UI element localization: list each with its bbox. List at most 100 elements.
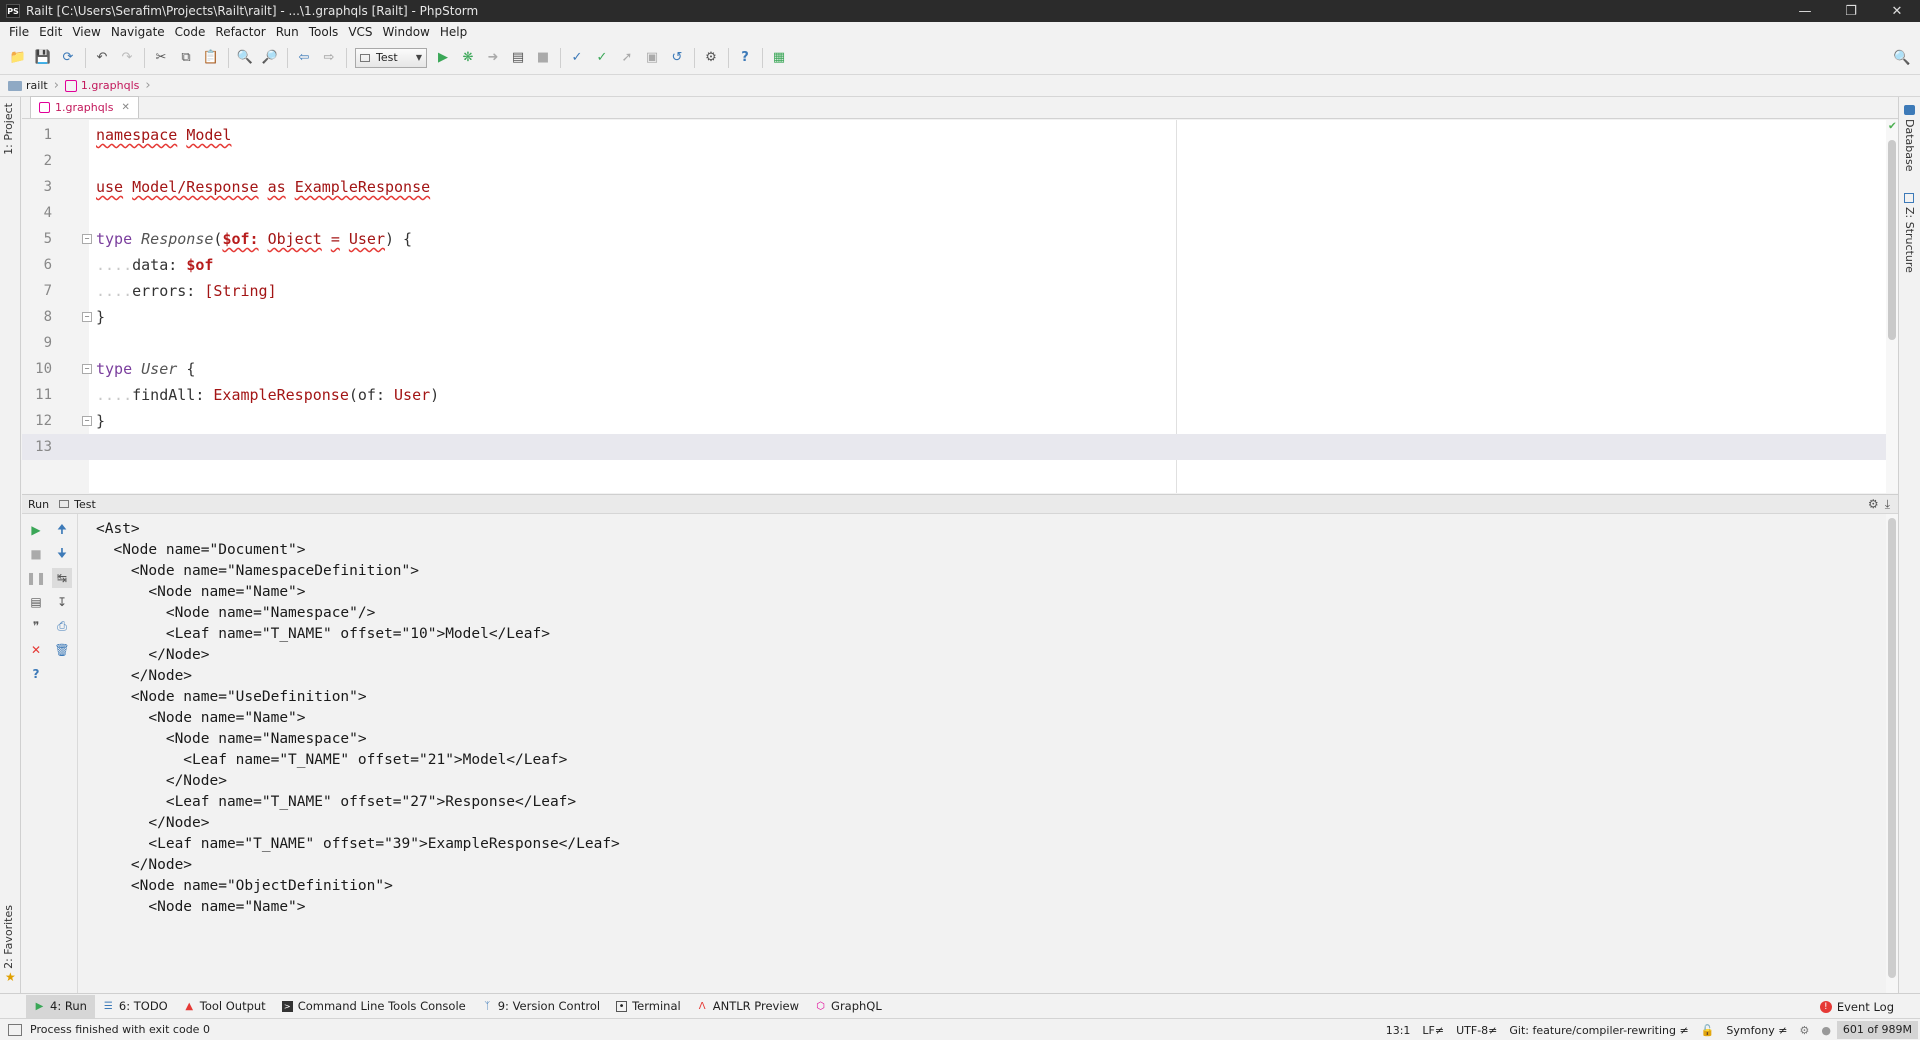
structure-tool-tab[interactable]: Z: Structure (1903, 207, 1916, 273)
field-name: errors: (132, 282, 196, 300)
tab-graphql[interactable]: ⬡ GraphQL (807, 995, 890, 1018)
breadcrumb-file[interactable]: 1.graphqls (64, 79, 139, 92)
editor-tab-1-graphqls[interactable]: 1.graphqls ✕ (30, 96, 139, 118)
forward-icon[interactable]: ⇨ (317, 46, 341, 70)
stop-icon[interactable]: ■ (531, 46, 555, 70)
clear-all-icon[interactable]: 🗑 (52, 640, 72, 660)
fold-icon[interactable]: − (82, 364, 92, 374)
tab-version-control[interactable]: ᛉ 9: Version Control (474, 995, 608, 1018)
fold-icon[interactable]: − (82, 416, 92, 426)
lock-icon[interactable]: 🔓 (1695, 1024, 1721, 1037)
tab-terminal[interactable]: • Terminal (608, 995, 689, 1018)
menu-navigate[interactable]: Navigate (106, 25, 170, 39)
tab-antlr-preview[interactable]: Λ ANTLR Preview (689, 995, 807, 1018)
stop-icon[interactable]: ■ (26, 544, 46, 564)
menu-view[interactable]: View (67, 25, 105, 39)
scroll-to-end-icon[interactable]: ↧ (52, 592, 72, 612)
menu-run[interactable]: Run (271, 25, 304, 39)
pause-icon[interactable]: ❚❚ (26, 568, 46, 588)
code-line-7: 7 ....errors: [String] (22, 278, 1898, 304)
print-icon[interactable]: ⎙ (52, 616, 72, 636)
pin-icon[interactable]: ❞ (26, 616, 46, 636)
restore-button[interactable]: ❐ (1828, 0, 1874, 22)
power-save-icon[interactable]: ● (1815, 1024, 1837, 1037)
scroll-up-icon[interactable]: 🠉 (52, 520, 72, 540)
fold-icon[interactable]: − (82, 234, 92, 244)
soft-wrap-icon[interactable]: ↹ (52, 568, 72, 588)
vcs-history-icon[interactable]: ▣ (640, 46, 664, 70)
copy-icon[interactable]: ⧉ (174, 46, 198, 70)
rerun-icon[interactable]: ▶ (26, 520, 46, 540)
framework-selector[interactable]: Symfony ≠ (1720, 1024, 1793, 1037)
find-icon[interactable]: 🔍 (233, 46, 257, 70)
tab-command-line-tools-console[interactable]: > Command Line Tools Console (274, 995, 474, 1018)
run-console[interactable]: <Ast> <Node name="Document"> <Node name=… (78, 514, 1898, 993)
fold-icon[interactable]: − (82, 312, 92, 322)
help-icon[interactable]: ? (733, 46, 757, 70)
database-tool-tab[interactable]: Database (1903, 119, 1916, 172)
settings-icon[interactable]: ⚙ (699, 46, 723, 70)
open-folder-icon[interactable]: 📁 (6, 46, 30, 70)
paste-icon[interactable]: 📋 (199, 46, 223, 70)
project-tool-tab[interactable]: 1: Project (2, 103, 15, 155)
replace-icon[interactable]: 🔎 (258, 46, 282, 70)
menu-help[interactable]: Help (435, 25, 472, 39)
punctuation: ) (430, 386, 440, 404)
vcs-commit-icon[interactable]: ✓ (590, 46, 614, 70)
favorites-tool-tab[interactable]: 2: Favorites (2, 905, 15, 969)
search-everywhere-icon[interactable]: 🔍 (1890, 46, 1914, 70)
layout-icon[interactable]: ▤ (26, 592, 46, 612)
menu-code[interactable]: Code (170, 25, 211, 39)
tool-windows-icon[interactable] (8, 1023, 22, 1036)
vcs-update-icon[interactable]: ✓ (565, 46, 589, 70)
run-icon[interactable]: ▶ (431, 46, 455, 70)
console-scrollbar[interactable] (1886, 514, 1898, 993)
run-configuration-select[interactable]: Test ▼ (355, 47, 427, 68)
menu-window[interactable]: Window (378, 25, 435, 39)
debug-icon[interactable]: ❋ (456, 46, 480, 70)
database-console-icon[interactable]: ▦ (767, 46, 791, 70)
redo-icon[interactable]: ↷ (115, 46, 139, 70)
sync-icon[interactable]: ⟳ (56, 46, 80, 70)
vcs-compare-icon[interactable]: ➚ (615, 46, 639, 70)
breadcrumb-project[interactable]: railt (8, 79, 48, 92)
run-panel-header: Run Test ⚙ ⤓ (22, 494, 1898, 514)
close-icon[interactable]: ✕ (26, 640, 46, 660)
file-encoding[interactable]: UTF-8≠ (1450, 1024, 1503, 1037)
menu-refactor[interactable]: Refactor (210, 25, 270, 39)
console-scrollbar-thumb[interactable] (1888, 518, 1896, 978)
memory-indicator[interactable]: 601 of 989M (1836, 1021, 1918, 1039)
cut-icon[interactable]: ✂ (149, 46, 173, 70)
inspector-icon[interactable]: ⚙ (1793, 1024, 1815, 1037)
minimize-button[interactable]: — (1782, 0, 1828, 22)
menu-tools[interactable]: Tools (304, 25, 344, 39)
close-tab-icon[interactable]: ✕ (121, 102, 129, 113)
menu-file[interactable]: File (4, 25, 34, 39)
line-separator[interactable]: LF≠ (1416, 1024, 1450, 1037)
database-icon (1904, 105, 1915, 115)
tab-tool-output[interactable]: ▲ Tool Output (176, 995, 274, 1018)
step-over-icon[interactable]: ➜ (481, 46, 505, 70)
tab-todo[interactable]: ☰ 6: TODO (95, 995, 176, 1018)
menu-edit[interactable]: Edit (34, 25, 67, 39)
menu-vcs[interactable]: VCS (343, 25, 377, 39)
git-branch[interactable]: Git: feature/compiler-rewriting ≠ (1503, 1024, 1694, 1037)
close-window-button[interactable]: ✕ (1874, 0, 1920, 22)
save-all-icon[interactable]: 💾 (31, 46, 55, 70)
back-icon[interactable]: ⇦ (292, 46, 316, 70)
editor-tab-bar: 1.graphqls ✕ (22, 96, 1898, 119)
caret-position[interactable]: 13:1 (1380, 1024, 1417, 1037)
vcs-revert-icon[interactable]: ↺ (665, 46, 689, 70)
gear-icon[interactable]: ⚙ (1868, 497, 1879, 512)
scroll-down-icon[interactable]: 🠋 (52, 544, 72, 564)
code-editor[interactable]: 1 namespace Model 2 3 use Model/Response… (22, 120, 1898, 493)
undo-icon[interactable]: ↶ (90, 46, 114, 70)
hide-panel-icon[interactable]: ⤓ (1885, 497, 1890, 512)
event-log-button[interactable]: ! Event Log (1819, 994, 1894, 1019)
run-config-tab[interactable]: Test (74, 498, 96, 511)
help-icon[interactable]: ? (26, 664, 46, 684)
tab-run[interactable]: ▶ 4: Run (26, 994, 95, 1018)
editor-scrollbar-thumb[interactable] (1888, 140, 1896, 340)
coverage-icon[interactable]: ▤ (506, 46, 530, 70)
editor-scrollbar[interactable]: ✔ (1886, 120, 1898, 493)
